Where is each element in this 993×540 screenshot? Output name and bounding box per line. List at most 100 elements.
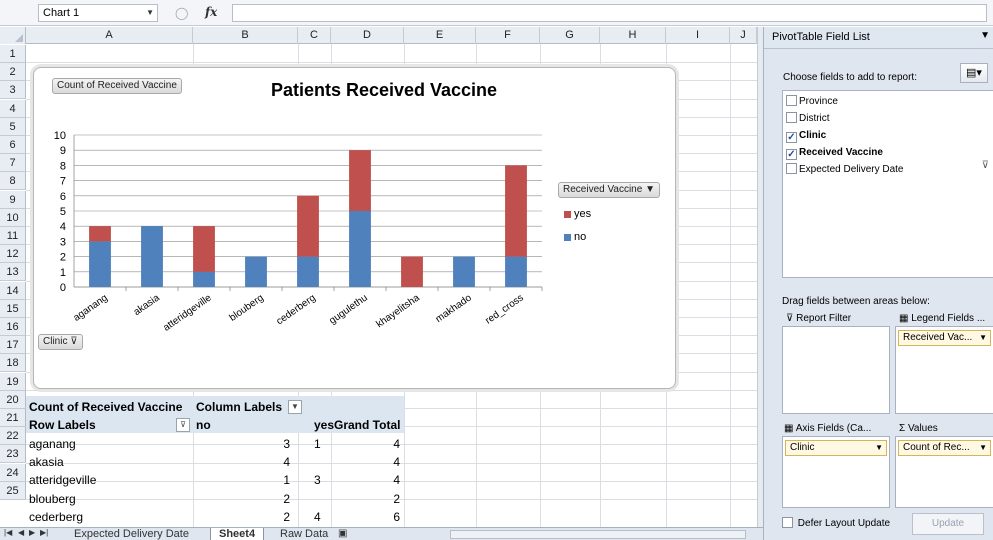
pivot-cell-yes[interactable]: 1	[314, 435, 321, 453]
pivot-cell-yes[interactable]: 3	[314, 471, 321, 489]
field-checkbox[interactable]	[786, 163, 797, 174]
worksheet-grid[interactable]: A B C D E F G H I J 1 2 3 4 5 6 7 8 9 10 11 12 13 14 1…	[0, 27, 757, 527]
bar-yes	[89, 226, 111, 242]
formula-input[interactable]	[232, 4, 987, 22]
pivot-cell-no[interactable]: 2	[240, 490, 290, 508]
pivot-cell-yes[interactable]: 4	[314, 508, 321, 526]
legend-field-label: Received Vaccine	[563, 184, 643, 195]
pivot-cell-no[interactable]: 2	[240, 508, 290, 526]
column-header-b[interactable]: B	[193, 27, 298, 44]
row-header[interactable]: 19	[0, 372, 26, 391]
field-item[interactable]: ✓ Received Vaccine	[786, 145, 883, 161]
pivot-row-label[interactable]: cederberg	[29, 508, 83, 526]
pivot-cell-no[interactable]: 1	[240, 471, 290, 489]
row-header[interactable]: 13	[0, 263, 26, 282]
sheet-tab-expected-delivery-date[interactable]: Expected Delivery Date	[66, 528, 197, 540]
row-header[interactable]: 21	[0, 409, 26, 427]
horizontal-scrollbar[interactable]	[450, 530, 746, 539]
pivot-cell-total[interactable]: 2	[350, 490, 400, 508]
pivot-cell-total[interactable]: 4	[350, 435, 400, 453]
insert-function-icon[interactable]: fx	[205, 5, 217, 19]
pivot-cell-no[interactable]: 3	[240, 435, 290, 453]
pivot-cell-total[interactable]: 4	[350, 471, 400, 489]
axis-field-button[interactable]: Clinic ⊽	[38, 334, 83, 350]
column-header-i[interactable]: I	[666, 27, 730, 44]
sheet-tab-raw-data[interactable]: Raw Data	[272, 528, 336, 540]
row-header[interactable]: 9	[0, 190, 26, 209]
row-labels-filter-icon[interactable]: ⊽	[176, 418, 190, 432]
pivot-row-label[interactable]: akasia	[29, 453, 64, 471]
column-header-d[interactable]: D	[331, 27, 404, 44]
column-header-e[interactable]: E	[404, 27, 476, 44]
column-header-j[interactable]: J	[730, 27, 757, 44]
pivot-row-label[interactable]: aganang	[29, 435, 76, 453]
row-header[interactable]: 2	[0, 63, 26, 82]
row-header[interactable]: 7	[0, 154, 26, 173]
row-header[interactable]: 1	[0, 45, 26, 63]
column-header-c[interactable]: C	[298, 27, 331, 44]
chevron-down-icon[interactable]: ▼	[146, 8, 154, 17]
column-header-g[interactable]: G	[540, 27, 600, 44]
row-header[interactable]: 17	[0, 336, 26, 355]
sheet-tab-sheet4[interactable]: Sheet4	[210, 528, 265, 540]
row-header[interactable]: 16	[0, 318, 26, 336]
axis-fields-area[interactable]: Clinic ▼	[782, 436, 890, 508]
prev-sheet-icon[interactable]: ◀	[18, 528, 24, 537]
axis-field-chip[interactable]: Clinic ▼	[785, 440, 887, 456]
field-checkbox[interactable]	[786, 112, 797, 123]
row-header[interactable]: 14	[0, 281, 26, 300]
row-header[interactable]: 5	[0, 117, 26, 136]
field-checkbox[interactable]: ✓	[786, 132, 797, 143]
legend-fields-area[interactable]: Received Vac... ▼	[895, 326, 993, 414]
chevron-down-icon[interactable]: ▼	[980, 30, 990, 41]
pivot-value-header[interactable]: Count of Received Vaccine	[29, 398, 182, 416]
first-sheet-icon[interactable]: |◀	[4, 528, 12, 537]
values-area[interactable]: Count of Rec... ▼	[895, 436, 993, 508]
column-header-f[interactable]: F	[476, 27, 540, 44]
field-list-layout-button[interactable]: ▤▾	[960, 63, 988, 83]
field-item[interactable]: Expected Delivery Date	[786, 162, 904, 178]
row-header[interactable]: 23	[0, 445, 26, 464]
row-header[interactable]: 8	[0, 172, 26, 191]
last-sheet-icon[interactable]: ▶|	[40, 528, 48, 537]
row-header[interactable]: 4	[0, 99, 26, 118]
field-item[interactable]: ✓ Clinic	[786, 128, 826, 144]
row-header[interactable]: 11	[0, 227, 26, 245]
row-header[interactable]: 15	[0, 299, 26, 318]
pivot-cell-no[interactable]: 4	[240, 453, 290, 471]
legend-field-button[interactable]: Received Vaccine ▼	[558, 182, 660, 198]
defer-layout-update[interactable]: Defer Layout Update	[782, 517, 890, 529]
row-header[interactable]: 3	[0, 81, 26, 100]
column-header-h[interactable]: H	[600, 27, 666, 44]
insert-sheet-icon[interactable]: ▣	[338, 528, 347, 539]
pivot-row-label[interactable]: blouberg	[29, 490, 76, 508]
name-box[interactable]: Chart 1 ▼	[38, 4, 158, 22]
row-header[interactable]: 18	[0, 354, 26, 373]
pivot-chart[interactable]: Count of Received Vaccine Patients Recei…	[33, 67, 676, 389]
field-item[interactable]: District	[786, 111, 830, 127]
defer-checkbox[interactable]	[782, 517, 793, 528]
values-field-chip[interactable]: Count of Rec... ▼	[898, 440, 991, 456]
pivot-row-labels[interactable]: Row Labels	[29, 416, 96, 434]
select-all-corner[interactable]	[0, 27, 26, 44]
field-item[interactable]: Province	[786, 94, 838, 110]
pivot-column-labels[interactable]: Column Labels	[196, 398, 282, 416]
field-checkbox[interactable]: ✓	[786, 149, 797, 160]
report-filter-area[interactable]	[782, 326, 890, 414]
legend-field-chip[interactable]: Received Vac... ▼	[898, 330, 991, 346]
row-header[interactable]: 10	[0, 208, 26, 227]
pivot-cell-total[interactable]: 6	[350, 508, 400, 526]
row-header[interactable]: 22	[0, 427, 26, 446]
column-header-a[interactable]: A	[26, 27, 193, 44]
row-header[interactable]: 24	[0, 463, 26, 482]
row-header[interactable]: 12	[0, 245, 26, 264]
field-checkbox[interactable]	[786, 95, 797, 106]
row-header[interactable]: 20	[0, 390, 26, 409]
row-header[interactable]: 25	[0, 481, 26, 500]
pivot-row-label[interactable]: atteridgeville	[29, 471, 96, 489]
update-button[interactable]: Update	[912, 513, 984, 535]
column-labels-filter-button[interactable]: ▼	[288, 400, 302, 414]
pivot-cell-total[interactable]: 4	[350, 453, 400, 471]
row-header[interactable]: 6	[0, 136, 26, 154]
next-sheet-icon[interactable]: ▶	[29, 528, 35, 537]
